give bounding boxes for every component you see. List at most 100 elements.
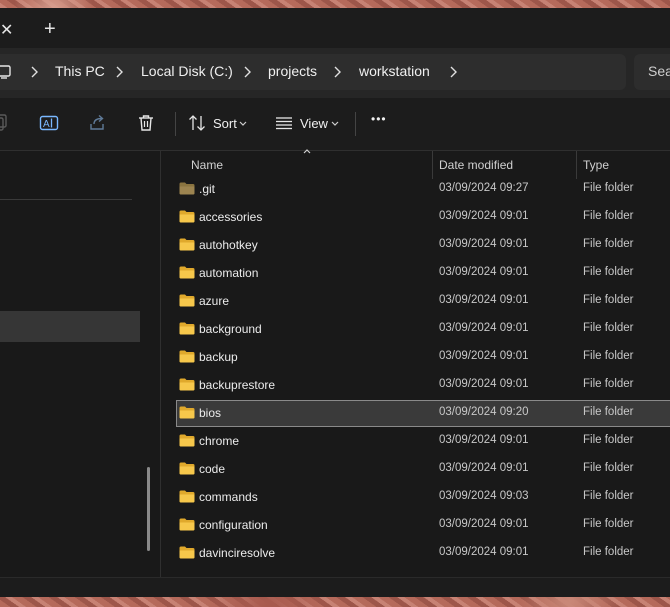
more-options-button[interactable]: ••• [371, 112, 387, 126]
file-type: File folder [583, 406, 634, 418]
file-name: backup [199, 350, 238, 364]
breadcrumb-chevron-icon[interactable] [242, 66, 252, 78]
table-row[interactable]: azure 03/09/2024 09:01 File folder [176, 288, 670, 315]
file-name: code [199, 462, 226, 476]
sort-button[interactable]: Sort [213, 116, 237, 131]
folder-icon [179, 238, 195, 251]
column-header-date[interactable]: Date modified [434, 151, 576, 179]
table-row[interactable]: backuprestore 03/09/2024 09:01 File folder [176, 372, 670, 399]
folder-icon [179, 490, 195, 503]
toolbar-divider [355, 112, 356, 136]
file-name: azure [199, 294, 230, 308]
sort-icon[interactable] [187, 113, 207, 133]
table-row[interactable]: configuration 03/09/2024 09:01 File folder [176, 512, 670, 539]
file-date-modified: 03/09/2024 09:01 [439, 378, 529, 390]
table-row[interactable]: commands 03/09/2024 09:03 File folder [176, 484, 670, 511]
column-header-type[interactable]: Type [578, 151, 670, 179]
file-name: background [199, 322, 262, 336]
breadcrumb-this-pc[interactable]: This PC [55, 63, 105, 79]
file-type: File folder [583, 322, 634, 334]
file-type: File folder [583, 210, 634, 222]
this-pc-icon [0, 65, 11, 79]
column-header-name-label: Name [191, 158, 224, 172]
folder-icon [179, 294, 195, 307]
table-row[interactable]: autohotkey 03/09/2024 09:01 File folder [176, 232, 670, 259]
nav-separator [0, 199, 132, 200]
table-row[interactable]: .git 03/09/2024 09:27 File folder [176, 176, 670, 203]
file-type: File folder [583, 350, 634, 362]
table-row[interactable]: davinciresolve 03/09/2024 09:01 File folde… [176, 540, 670, 567]
folder-icon [179, 322, 195, 335]
chevron-down-icon[interactable] [238, 120, 248, 128]
breadcrumb-chevron-icon[interactable] [448, 66, 458, 78]
column-separator[interactable] [576, 151, 577, 179]
column-header-name[interactable]: Name [162, 149, 434, 179]
file-type: File folder [583, 294, 634, 306]
folder-icon [179, 546, 195, 559]
breadcrumb-chevron-icon[interactable] [29, 66, 39, 78]
file-type: File folder [583, 434, 634, 446]
view-icon[interactable] [274, 113, 294, 133]
nav-item-selected[interactable] [0, 311, 140, 342]
file-type: File folder [583, 238, 634, 250]
copy-icon[interactable] [0, 113, 10, 133]
file-date-modified: 03/09/2024 09:01 [439, 238, 529, 250]
column-header-date-label: Date modified [439, 158, 514, 172]
close-tab-icon[interactable]: ✕ [0, 20, 16, 40]
file-date-modified: 03/09/2024 09:01 [439, 546, 529, 558]
address-row: This PC Local Disk (C:) projects worksta… [0, 48, 670, 98]
chevron-down-icon[interactable] [330, 120, 340, 128]
sort-ascending-icon [303, 149, 311, 154]
breadcrumb-chevron-icon[interactable] [332, 66, 342, 78]
folder-icon [179, 182, 195, 195]
file-date-modified: 03/09/2024 09:01 [439, 266, 529, 278]
file-name: automation [199, 266, 259, 280]
breadcrumb-projects[interactable]: projects [268, 63, 317, 79]
file-type: File folder [583, 266, 634, 278]
table-row[interactable]: bios 03/09/2024 09:20 File folder [176, 400, 670, 427]
file-type: File folder [583, 182, 634, 194]
breadcrumb-local-disk[interactable]: Local Disk (C:) [141, 63, 233, 79]
file-name: configuration [199, 518, 268, 532]
file-type: File folder [583, 462, 634, 474]
file-name: davinciresolve [199, 546, 276, 560]
search-input[interactable]: Sea [634, 54, 670, 90]
file-date-modified: 03/09/2024 09:03 [439, 490, 529, 502]
table-row[interactable]: chrome 03/09/2024 09:01 File folder [176, 428, 670, 455]
file-date-modified: 03/09/2024 09:01 [439, 350, 529, 362]
table-row[interactable]: backup 03/09/2024 09:01 File folder [176, 344, 670, 371]
folder-icon [179, 210, 195, 223]
table-row[interactable]: background 03/09/2024 09:01 File folder [176, 316, 670, 343]
share-icon[interactable] [88, 113, 108, 133]
delete-icon[interactable] [136, 113, 156, 133]
file-type: File folder [583, 518, 634, 530]
folder-icon [179, 350, 195, 363]
view-button[interactable]: View [300, 116, 328, 131]
table-row[interactable]: accessories 03/09/2024 09:01 File folder [176, 204, 670, 231]
file-date-modified: 03/09/2024 09:01 [439, 210, 529, 222]
column-separator[interactable] [432, 151, 433, 179]
file-date-modified: 03/09/2024 09:01 [439, 518, 529, 530]
file-name: chrome [199, 434, 240, 448]
rename-icon[interactable]: A [39, 113, 59, 133]
folder-icon [179, 518, 195, 531]
status-bar [0, 577, 670, 597]
column-header-type-label: Type [583, 158, 610, 172]
file-name: autohotkey [199, 238, 258, 252]
tab-bar: ✕ + [0, 8, 670, 48]
new-tab-icon[interactable]: + [44, 18, 62, 40]
address-bar[interactable]: This PC Local Disk (C:) projects worksta… [0, 54, 626, 90]
breadcrumb-workstation[interactable]: workstation [359, 63, 430, 79]
command-bar: A Sort View ••• [0, 98, 670, 150]
folder-icon [179, 406, 195, 419]
file-name: commands [199, 490, 258, 504]
search-placeholder: Sea [648, 63, 670, 79]
table-row[interactable]: code 03/09/2024 09:01 File folder [176, 456, 670, 483]
table-row[interactable]: automation 03/09/2024 09:01 File folder [176, 260, 670, 287]
file-list: Name Date modified Type .git 03/09/2024 0… [162, 149, 670, 578]
breadcrumb-chevron-icon[interactable] [114, 66, 124, 78]
folder-icon [179, 378, 195, 391]
file-name: backuprestore [199, 378, 276, 392]
file-name: bios [199, 406, 222, 420]
nav-scrollbar[interactable] [147, 467, 150, 551]
